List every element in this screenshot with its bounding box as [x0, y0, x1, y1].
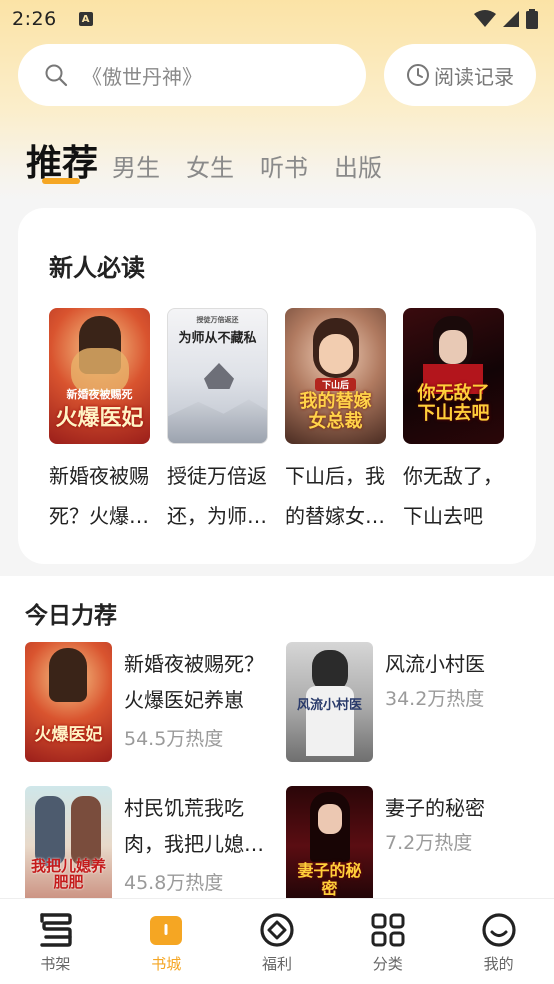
- cover-title: 火爆医妃: [34, 725, 103, 745]
- book-cover: 风流小村医: [286, 642, 373, 762]
- search-bar[interactable]: 《傲世丹神》: [18, 44, 366, 106]
- status-time: 2:26: [12, 8, 57, 30]
- today-book-item[interactable]: 妻子的秘密 妻子的秘密 7.2万热度: [286, 786, 536, 906]
- book-title: 下山后，我的替嫁女总裁: [285, 464, 385, 528]
- wifi-icon: [474, 10, 496, 27]
- book-card[interactable]: 下山后 我的替嫁女总裁 下山后，我的替嫁女总裁: [285, 308, 386, 536]
- tab-publish[interactable]: 出版: [334, 148, 382, 188]
- active-tab-indicator: [42, 178, 80, 184]
- book-cover: 新婚夜被赐死 火爆医妃: [49, 308, 150, 444]
- book-title: 新婚夜被赐死？火爆医妃: [49, 464, 149, 528]
- category-icon: [371, 913, 405, 947]
- clock-icon: [407, 64, 429, 86]
- today-book-item[interactable]: 风流小村医 风流小村医 34.2万热度: [286, 642, 536, 762]
- book-cover: 授徒万倍返还 为师从不藏私: [167, 308, 268, 444]
- book-cover: 火爆医妃: [25, 642, 112, 762]
- nav-label-bookstore: 书城: [151, 955, 182, 973]
- cover-title: 火爆医妃: [55, 405, 144, 431]
- nav-profile[interactable]: 我的: [443, 899, 554, 984]
- category-tabs: 推荐 男生 女生 听书 出版: [26, 128, 408, 188]
- nav-bookshelf[interactable]: 书架: [0, 899, 111, 984]
- cover-subtitle: 授徒万倍返还: [196, 315, 239, 324]
- book-heat: 7.2万热度: [385, 832, 473, 854]
- book-heat: 54.5万热度: [124, 728, 224, 750]
- battery-icon: [526, 9, 538, 29]
- nav-label-category: 分类: [372, 955, 403, 973]
- today-book-item[interactable]: 我把儿媳养肥肥 村民饥荒我吃肉，我把儿媳养肥肥 45.8万热度: [25, 786, 275, 906]
- book-cover: 下山后 我的替嫁女总裁: [285, 308, 386, 444]
- book-title: 新婚夜被赐死？火爆医妃养崽: [124, 652, 264, 712]
- book-heat: 34.2万热度: [385, 688, 485, 710]
- book-title: 你无敌了，下山去吧: [403, 464, 503, 528]
- section-title-today: 今日力荐: [25, 603, 117, 629]
- today-recommend-section: 今日力荐 火爆医妃 新婚夜被赐死？火爆医妃养崽 54.5万热度 风流小村医 风流…: [0, 576, 554, 906]
- reading-history-button[interactable]: 阅读记录: [384, 44, 536, 106]
- nav-bookstore[interactable]: 书城: [111, 899, 222, 984]
- nav-welfare[interactable]: 福利: [222, 899, 333, 984]
- section-title-new-reader: 新人必读: [49, 254, 145, 282]
- book-title: 妻子的秘密: [385, 796, 485, 820]
- nav-label-bookshelf: 书架: [40, 955, 71, 973]
- nav-category[interactable]: 分类: [332, 899, 443, 984]
- book-card[interactable]: 你无敌了下山去吧 你无敌了，下山去吧: [403, 308, 504, 536]
- cover-title: 为师从不藏私: [178, 331, 257, 346]
- book-cover: 你无敌了下山去吧: [403, 308, 504, 444]
- cover-title: 我把儿媳养肥肥: [30, 857, 106, 891]
- new-reader-card: 新人必读 新婚夜被赐死 火爆医妃 新婚夜被赐死？火爆医妃 授徒万倍返还 为师从不…: [18, 208, 536, 564]
- book-card[interactable]: 新婚夜被赐死 火爆医妃 新婚夜被赐死？火爆医妃: [49, 308, 150, 536]
- nav-label-profile: 我的: [483, 955, 514, 973]
- welfare-icon: [260, 913, 294, 947]
- notification-app-icon: A: [78, 12, 93, 26]
- tab-female[interactable]: 女生: [186, 148, 234, 188]
- book-title: 授徒万倍返还，为师从不藏私: [167, 464, 267, 528]
- bottom-navigation: 书架 书城 福利 分类 我的: [0, 898, 554, 984]
- book-heat: 45.8万热度: [124, 872, 224, 894]
- reading-history-label: 阅读记录: [434, 64, 514, 89]
- search-placeholder: 《傲世丹神》: [82, 64, 202, 89]
- profile-icon: [481, 913, 516, 947]
- book-cover: 我把儿媳养肥肥: [25, 786, 112, 906]
- bookshelf-icon: [40, 913, 73, 947]
- book-title: 风流小村医: [385, 652, 485, 676]
- tab-male[interactable]: 男生: [112, 148, 160, 188]
- cover-title: 我的替嫁女总裁: [299, 391, 372, 432]
- tab-audiobook[interactable]: 听书: [260, 148, 308, 188]
- cover-title: 妻子的秘密: [297, 861, 362, 898]
- today-book-item[interactable]: 火爆医妃 新婚夜被赐死？火爆医妃养崽 54.5万热度: [25, 642, 275, 762]
- signal-icon: [503, 11, 519, 27]
- cover-title: 你无敌了下山去吧: [417, 383, 490, 424]
- book-title: 村民饥荒我吃肉，我把儿媳养肥肥: [124, 796, 264, 856]
- book-cover: 妻子的秘密: [286, 786, 373, 906]
- new-reader-book-list: 新婚夜被赐死 火爆医妃 新婚夜被赐死？火爆医妃 授徒万倍返还 为师从不藏私 授徒…: [49, 308, 521, 536]
- search-icon: [45, 64, 68, 87]
- bookstore-icon: [150, 916, 183, 945]
- nav-label-welfare: 福利: [261, 955, 292, 973]
- book-card[interactable]: 授徒万倍返还 为师从不藏私 授徒万倍返还，为师从不藏私: [167, 308, 268, 536]
- cover-subtitle: 下山后: [315, 378, 356, 391]
- status-bar: 2:26 A: [0, 0, 554, 38]
- cover-title: 风流小村医: [296, 698, 362, 713]
